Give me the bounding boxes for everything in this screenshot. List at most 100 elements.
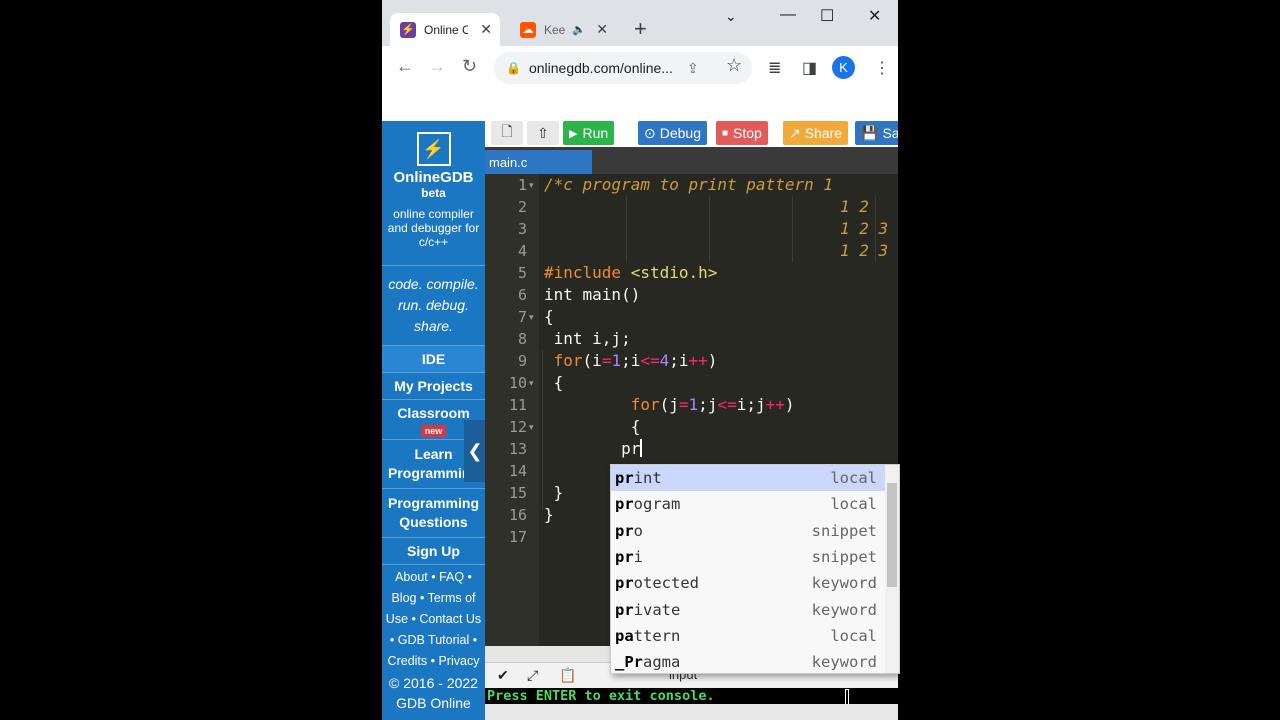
profile-avatar[interactable]: K [832,56,855,79]
autocomplete-item[interactable]: _Pragma keyword [611,649,899,673]
debug-label: Debug [659,125,701,141]
minimize-icon[interactable]: — [780,6,796,24]
share-label: Share [804,125,843,141]
match-prefix: pr [615,521,634,540]
tab-strip: ⚡ Online C ✕ ☁ Keep 🔈 ✕ + ⌄ — ☐ ✕ [382,0,898,46]
debug-icon: ⊙ [644,124,656,141]
back-arrow-icon[interactable]: ← [396,56,414,77]
autocomplete-item[interactable]: pattern local [611,623,899,649]
console-horizontal-scrollbar[interactable] [485,704,898,720]
fold-arrow-icon[interactable]: ▾ [529,180,534,191]
console-output[interactable]: Press ENTER to exit console. [485,688,898,705]
collapse-sidebar-chevron-icon[interactable]: ❮ [464,420,486,482]
match-prefix: pa [615,626,634,645]
line-number: 12 [508,418,527,436]
stop-label: Stop [733,125,762,141]
completion-meta: snippet [811,521,877,540]
sidebar-item-ide[interactable]: IDE [382,345,485,372]
run-button[interactable]: ▶ Run [563,121,615,145]
beta-label: beta [421,186,446,200]
match-prefix: _Pr [615,653,643,672]
play-icon: ▶ [569,127,578,140]
new-tab-plus-icon[interactable]: + [634,18,647,40]
completion-rest: otected [633,574,699,593]
new-file-icon[interactable]: 🗋 [491,121,523,145]
line-number: 4 [517,242,527,260]
lock-icon: 🔒 [506,61,521,75]
match-prefix: pr [615,469,634,488]
reload-icon[interactable]: ↻ [462,56,477,77]
match-prefix: pr [615,495,634,514]
code-line-10: { [544,373,564,392]
autocomplete-item[interactable]: private keyword [611,596,899,622]
completion-meta: snippet [811,548,877,567]
tab-search-chevron-icon[interactable]: ⌄ [725,8,737,25]
line-number: 10 [508,374,527,392]
expand-console-icon[interactable]: ⤢ [527,667,538,684]
onlinegdb-logo-icon[interactable]: ⚡ [416,132,451,166]
completion-meta: local [830,626,877,645]
autocomplete-item[interactable]: pri snippet [611,544,899,570]
close-tab-icon[interactable]: ✕ [596,21,608,38]
url-text: onlinegdb.com/online... [528,60,673,76]
autocomplete-item[interactable]: program local [611,491,899,517]
share-page-icon[interactable]: ⇪ [687,60,699,77]
bookmark-star-icon[interactable]: ☆ [726,55,742,76]
slogan-line: code. compile. [388,276,479,292]
code-line-6: int main() [544,285,641,304]
collapse-console-chevron-icon[interactable]: ✔ [497,667,509,684]
tab-onlinegdb[interactable]: ⚡ Online C ✕ [390,13,500,46]
autocomplete-scroll-thumb[interactable] [887,483,897,587]
slogan-line: run. debug. [398,297,469,313]
window-close-icon[interactable]: ✕ [868,6,881,26]
save-icon: 💾 [861,124,879,141]
line-number: 2 [517,198,527,216]
browser-toolbar: ← → ↻ 🔒 onlinegdb.com/online... ⇪ ☆ ≣ ◨ … [382,46,898,90]
code-line-7: { [544,307,554,326]
code-line-12: { [544,417,641,436]
fold-arrow-icon[interactable]: ▾ [529,378,534,389]
console-cursor [845,689,849,705]
sidebar-item-my-projects[interactable]: My Projects [382,372,485,399]
autocomplete-item[interactable]: protected keyword [611,570,899,596]
tab-title: Keep [544,22,566,37]
autocomplete-scrollbar[interactable] [885,465,899,673]
sidebar-item-programming-questions[interactable]: Programming Questions [382,488,485,537]
autocomplete-item[interactable]: print local [611,465,899,492]
maximize-icon[interactable]: ☐ [820,6,834,26]
browser-menu-icon[interactable]: ⋮ [874,58,890,78]
footer-links[interactable]: About • FAQ • Blog • Terms of Use • Cont… [382,564,485,672]
side-panel-icon[interactable]: ◨ [802,58,817,78]
line-number: 14 [508,462,527,480]
fold-arrow-icon[interactable]: ▾ [529,312,534,323]
sidebar-item-sign-up[interactable]: Sign Up [382,537,485,564]
copyright: © 2016 - 2022 GDB Online [389,675,478,711]
address-bar[interactable]: 🔒 onlinegdb.com/online... ⇪ [494,52,752,84]
line-number: 16 [508,506,527,524]
brand-name[interactable]: OnlineGDB [382,169,485,186]
file-tab-bar: main.c [485,147,898,174]
line-number: 7 [517,308,527,326]
completion-meta: keyword [811,653,877,672]
tab-keep[interactable]: ☁ Keep 🔈 ✕ [510,13,616,46]
completion-rest: o [633,521,644,540]
share-button[interactable]: ↗ Share [783,121,849,145]
save-button[interactable]: 💾 Save [855,121,898,145]
debug-button[interactable]: ⊙ Debug [638,121,707,145]
soundcloud-favicon-icon: ☁ [520,21,536,38]
media-control-icon[interactable]: ≣ [768,58,781,78]
autocomplete-item[interactable]: pro snippet [611,518,899,544]
fold-arrow-icon[interactable]: ▾ [529,422,534,433]
stop-icon: ■ [722,127,729,139]
forward-arrow-icon[interactable]: → [428,56,446,77]
upload-icon[interactable]: ⇧ [527,121,559,145]
tab-main-c[interactable]: main.c [485,150,592,174]
stop-button[interactable]: ■ Stop [716,121,768,145]
match-prefix: pr [615,574,634,593]
copy-output-icon[interactable]: 📋 [559,667,576,684]
line-number: 1 [517,176,527,194]
close-tab-icon[interactable]: ✕ [480,21,492,38]
audio-playing-icon[interactable]: 🔈 [572,23,586,36]
completion-rest: i [633,548,644,567]
completion-rest: ogram [633,495,681,514]
